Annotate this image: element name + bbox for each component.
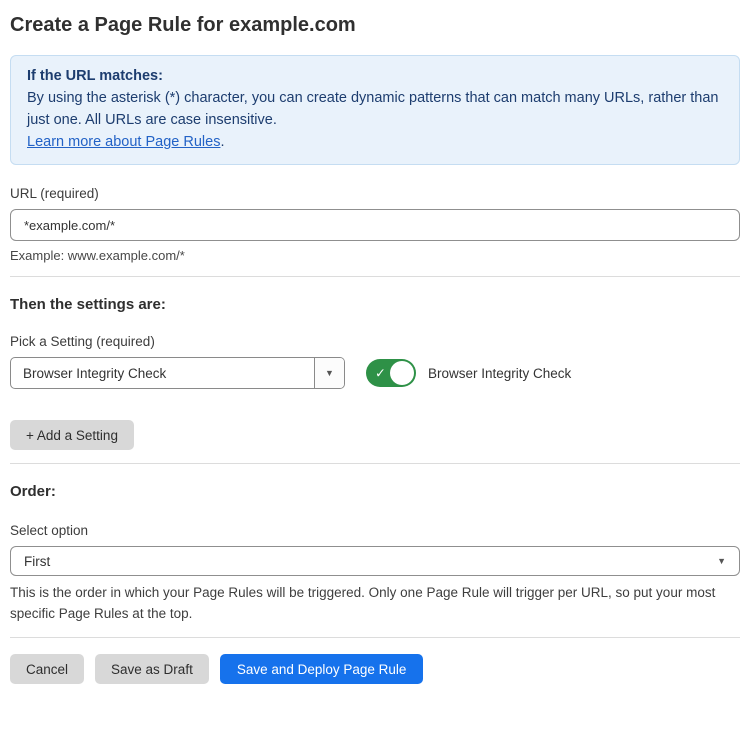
select-option-label: Select option [10,522,740,539]
order-select[interactable]: First ▼ [10,546,740,576]
chevron-down-icon: ▼ [717,557,726,566]
link-suffix: . [220,134,224,150]
toggle-knob [390,361,414,385]
setting-dropdown-arrow-button[interactable]: ▼ [314,358,344,388]
info-link-line: Learn more about Page Rules. [27,131,723,153]
url-helper-text: Example: www.example.com/* [10,248,740,263]
page-title: Create a Page Rule for example.com [10,13,740,37]
save-as-draft-button[interactable]: Save as Draft [95,654,209,684]
check-icon: ✓ [375,367,386,380]
chevron-down-icon: ▼ [325,369,334,378]
settings-section-heading: Then the settings are: [10,295,740,314]
url-match-info-box: If the URL matches: By using the asteris… [10,55,740,165]
info-box-heading: If the URL matches: [27,65,723,87]
toggle-setting-label: Browser Integrity Check [428,366,571,381]
footer-actions: Cancel Save as Draft Save and Deploy Pag… [10,654,740,684]
info-box-body: By using the asterisk (*) character, you… [27,87,723,131]
order-description: This is the order in which your Page Rul… [10,582,740,624]
url-input[interactable] [10,209,740,241]
add-setting-button[interactable]: + Add a Setting [10,420,134,450]
setting-dropdown[interactable]: Browser Integrity Check ▼ [10,357,345,389]
pick-setting-label: Pick a Setting (required) [10,333,740,350]
create-page-rule-form: Create a Page Rule for example.com If th… [0,13,750,684]
setting-toggle-switch[interactable]: ✓ [366,359,416,387]
learn-more-link[interactable]: Learn more about Page Rules [27,134,220,150]
setting-dropdown-value: Browser Integrity Check [11,358,314,388]
divider [10,637,740,638]
order-select-value: First [24,554,50,569]
setting-row: Browser Integrity Check ▼ ✓ Browser Inte… [10,357,740,389]
divider [10,276,740,277]
save-and-deploy-button[interactable]: Save and Deploy Page Rule [220,654,424,684]
cancel-button[interactable]: Cancel [10,654,84,684]
url-label: URL (required) [10,185,740,202]
divider [10,463,740,464]
order-section-heading: Order: [10,482,740,501]
